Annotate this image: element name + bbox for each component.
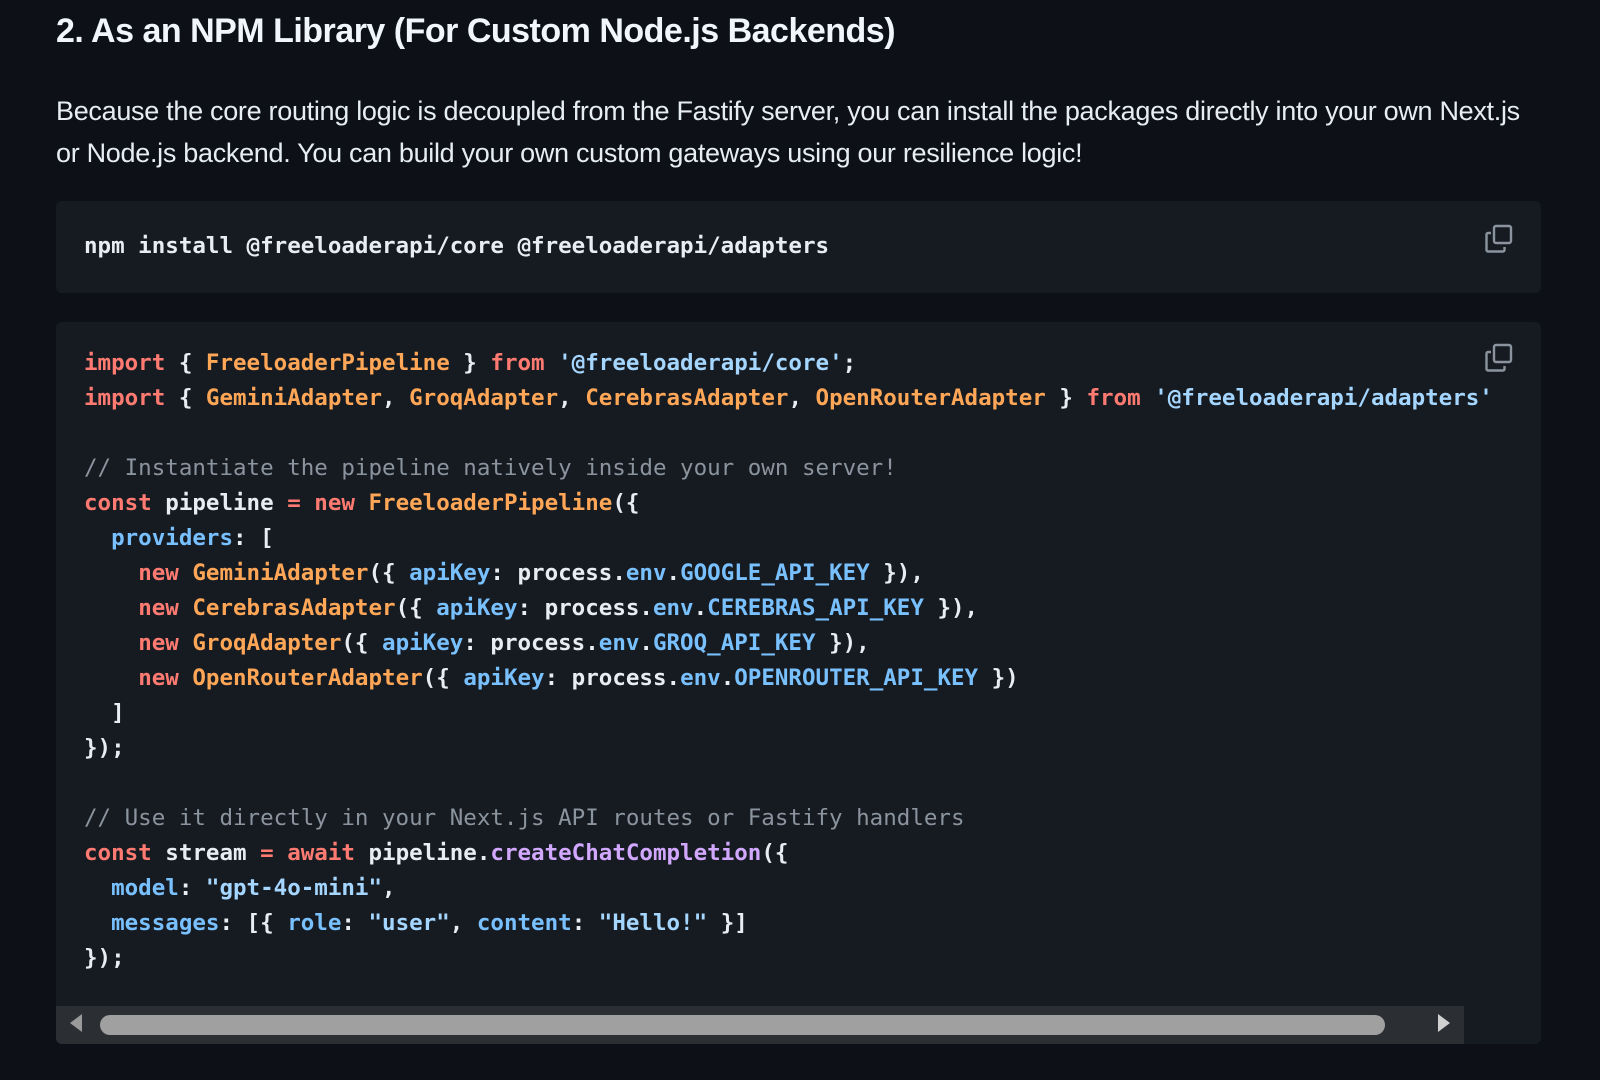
code-line: const pipeline = new FreeloaderPipeline(… [84,490,640,516]
code-line: new GroqAdapter({ apiKey: process.env.GR… [138,630,870,656]
usage-code-block: import { FreeloaderPipeline } from '@fre… [56,322,1541,1044]
install-command[interactable]: npm install @freeloaderapi/core @freeloa… [84,229,829,263]
right-arrow-icon [1434,1012,1454,1039]
code-line: }); [84,945,125,971]
code-line: // Instantiate the pipeline natively ins… [84,455,897,481]
code-line: }); [84,735,125,761]
scroll-left-button[interactable] [56,1006,96,1044]
code-line: new GeminiAdapter({ apiKey: process.env.… [138,560,924,586]
code-line: import { GeminiAdapter, GroqAdapter, Cer… [84,385,1493,411]
section-heading: 2. As an NPM Library (For Custom Node.js… [56,12,896,50]
scrollbar-thumb[interactable] [100,1015,1385,1035]
copy-icon [1483,224,1515,259]
code-line: ] [84,700,125,726]
code-line: model: "gpt-4o-mini", [111,875,396,901]
section-paragraph: Because the core routing logic is decoup… [56,96,1520,168]
code-line: // Use it directly in your Next.js API r… [84,805,965,831]
usage-code[interactable]: import { FreeloaderPipeline } from '@fre… [84,346,1493,976]
code-line: new CerebrasAdapter({ apiKey: process.en… [138,595,979,621]
code-line: new OpenRouterAdapter({ apiKey: process.… [138,665,1019,691]
code-line: const stream = await pipeline.createChat… [84,840,789,866]
left-arrow-icon [66,1012,86,1039]
code-line: messages: [{ role: "user", content: "Hel… [111,910,748,936]
copy-icon [1483,343,1515,378]
copy-code-button[interactable] [1483,342,1515,374]
readme-page: 2. As an NPM Library (For Custom Node.js… [0,0,1600,1080]
code-line: import { FreeloaderPipeline } from '@fre… [84,350,857,376]
install-code-block: npm install @freeloaderapi/core @freeloa… [56,201,1541,293]
horizontal-scrollbar[interactable] [56,1006,1464,1044]
scroll-right-button[interactable] [1424,1006,1464,1044]
copy-install-button[interactable] [1483,223,1515,255]
code-line: providers: [ [111,525,274,551]
